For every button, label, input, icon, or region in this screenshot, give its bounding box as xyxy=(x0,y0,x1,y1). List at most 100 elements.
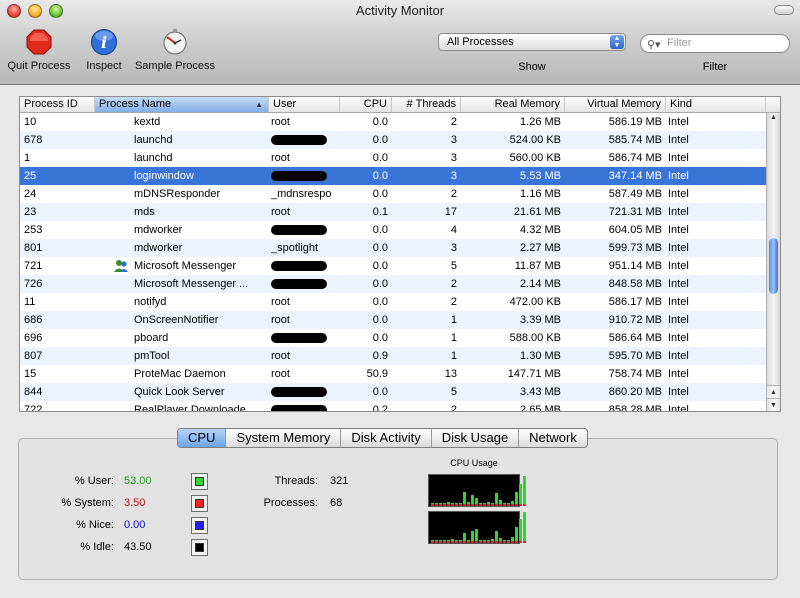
table-row[interactable]: 24 mDNSResponder _mdnsrespo 0.0 2 1.16 MB 587.… xyxy=(20,185,766,203)
cell-threads: 5 xyxy=(450,386,457,398)
cpu-usage-graph-core-1 xyxy=(428,474,526,507)
cell-real-memory: 1.26 MB xyxy=(520,116,561,128)
table-row[interactable]: 1 launchd root 0.0 3 560.00 KB 586.74 MB Intel xyxy=(20,149,766,167)
tab-network[interactable]: Network xyxy=(519,429,587,447)
column-header-user[interactable]: User xyxy=(269,97,340,112)
redacted-user xyxy=(271,261,327,272)
cell-process-id: 15 xyxy=(24,368,37,380)
tab-disk-activity[interactable]: Disk Activity xyxy=(341,429,432,447)
cell-user: root xyxy=(271,350,290,362)
tab-system-memory[interactable]: System Memory xyxy=(226,429,342,447)
select-arrows-icon: ▲ ▼ xyxy=(610,35,624,49)
sample-process-label: Sample Process xyxy=(134,60,216,72)
table-row[interactable]: 11 notifyd root 0.0 2 472.00 KB 586.17 MB Intel xyxy=(20,293,766,311)
cell-threads: 17 xyxy=(444,206,457,218)
nice-color-well[interactable] xyxy=(191,517,208,534)
quit-process-label: Quit Process xyxy=(7,60,71,72)
show-select-value: All Processes xyxy=(447,36,514,48)
table-row[interactable]: 686 OnScreenNotifier root 0.0 1 3.39 MB 910.72… xyxy=(20,311,766,329)
cell-cpu: 0.0 xyxy=(372,188,388,200)
table-row[interactable]: 844 Quick Look Server 0.0 5 3.43 MB 860.20 MB… xyxy=(20,383,766,401)
cell-user xyxy=(271,383,343,401)
cell-user xyxy=(271,221,343,239)
stopwatch-icon xyxy=(163,29,187,55)
table-row[interactable]: 696 pboard 0.0 1 588.00 KB 586.64 MB Intel xyxy=(20,329,766,347)
cell-real-memory: 3.39 MB xyxy=(520,314,561,326)
cpu-history-system-bar xyxy=(463,504,466,506)
table-row[interactable]: 722 RealPlayer Downloade... 0.2 2 2.65 MB 858… xyxy=(20,401,766,411)
table-row[interactable]: 721 Microsoft Messenger 0.0 5 11.87 MB 951.14… xyxy=(20,257,766,275)
cpu-history-system-bar xyxy=(499,504,502,506)
cpu-history-system-bar xyxy=(519,541,522,543)
cell-cpu: 0.0 xyxy=(372,224,388,236)
cell-cpu: 0.0 xyxy=(372,278,388,290)
cell-cpu: 0.1 xyxy=(372,206,388,218)
processes-value: 68 xyxy=(330,497,343,509)
scroll-up-button[interactable]: ▲ xyxy=(767,385,780,398)
column-header-real-memory[interactable]: Real Memory xyxy=(461,97,565,112)
table-row[interactable]: 23 mds root 0.1 17 21.61 MB 721.31 MB Intel xyxy=(20,203,766,221)
column-header-threads[interactable]: # Threads xyxy=(392,97,461,112)
table-row[interactable]: 726 Microsoft Messenger ... 0.0 2 2.14 MB 848… xyxy=(20,275,766,293)
table-row[interactable]: 15 ProteMac Daemon root 50.9 13 147.71 MB 758.… xyxy=(20,365,766,383)
table-row[interactable]: 25 loginwindow 0.0 3 5.53 MB 347.14 MB Intel xyxy=(20,167,766,185)
cell-process-name: pmTool xyxy=(134,350,170,362)
cell-user xyxy=(271,257,343,275)
cell-threads: 5 xyxy=(450,260,457,272)
cpu-history-system-bar xyxy=(499,541,502,543)
redacted-user xyxy=(271,171,327,182)
tab-cpu[interactable]: CPU xyxy=(178,429,227,447)
nice-percent-value: 0.00 xyxy=(124,519,146,531)
cell-user: root xyxy=(271,368,290,380)
cell-real-memory: 1.30 MB xyxy=(520,350,561,362)
panel-tabs: CPU System Memory Disk Activity Disk Usa… xyxy=(177,428,588,448)
column-header-cpu[interactable]: CPU xyxy=(340,97,392,112)
cpu-history-system-bar xyxy=(515,541,518,543)
table-row[interactable]: 801 mdworker _spotlight 0.0 3 2.27 MB 599.73 M… xyxy=(20,239,766,257)
sample-process-button[interactable]: Sample Process xyxy=(132,28,218,72)
cell-virtual-memory: 758.74 MB xyxy=(608,368,662,380)
cell-cpu: 0.0 xyxy=(372,134,388,146)
cell-virtual-memory: 587.49 MB xyxy=(608,188,662,200)
column-header-process-id[interactable]: Process ID xyxy=(20,97,95,112)
show-processes-select[interactable]: All Processes ▲ ▼ xyxy=(438,33,626,51)
table-row[interactable]: 253 mdworker 0.0 4 4.32 MB 604.05 MB Intel xyxy=(20,221,766,239)
cell-kind: Intel xyxy=(668,368,689,380)
processes-label: Processes: xyxy=(263,497,318,509)
inspect-button[interactable]: i Inspect xyxy=(82,28,126,72)
cell-user: root xyxy=(271,296,290,308)
cpu-history-system-bar xyxy=(475,541,478,543)
cell-process-id: 25 xyxy=(24,170,37,182)
user-percent-value: 53.00 xyxy=(124,475,152,487)
column-header-virtual-memory[interactable]: Virtual Memory xyxy=(565,97,666,112)
user-color-well[interactable] xyxy=(191,473,208,490)
column-header-kind[interactable]: Kind xyxy=(666,97,766,112)
cpu-history-system-bar xyxy=(463,541,466,543)
cell-virtual-memory: 586.64 MB xyxy=(608,332,662,344)
filter-search-input[interactable]: ⚲▾ Filter xyxy=(640,34,790,53)
cell-process-id: 678 xyxy=(24,134,43,146)
cell-kind: Intel xyxy=(668,260,689,272)
cell-process-id: 844 xyxy=(24,386,43,398)
system-color-well[interactable] xyxy=(191,495,208,512)
cpu-history-system-bar xyxy=(491,504,494,506)
table-row[interactable]: 678 launchd 0.0 3 524.00 KB 585.74 MB Intel xyxy=(20,131,766,149)
scrollbar-thumb[interactable] xyxy=(769,238,778,294)
system-percent-label: % System: xyxy=(61,497,114,509)
column-header-process-name[interactable]: Process Name ▲ xyxy=(95,97,269,112)
table-row[interactable]: 10 kextd root 0.0 2 1.26 MB 586.19 MB Intel xyxy=(20,113,766,131)
idle-color-well[interactable] xyxy=(191,539,208,556)
cell-cpu: 0.0 xyxy=(372,152,388,164)
vertical-scrollbar[interactable]: ▲ ▲ ▼ xyxy=(766,113,780,411)
cell-real-memory: 560.00 KB xyxy=(509,152,561,164)
table-row[interactable]: 807 pmTool root 0.9 1 1.30 MB 595.70 MB Intel xyxy=(20,347,766,365)
scroll-top-arrow-icon: ▲ xyxy=(770,114,777,121)
cpu-history-bar xyxy=(519,519,522,543)
scroll-down-button[interactable]: ▼ xyxy=(767,398,780,411)
nice-percent-label: % Nice: xyxy=(76,519,114,531)
cell-cpu: 0.9 xyxy=(372,350,388,362)
info-icon: i xyxy=(91,29,117,55)
tab-disk-usage[interactable]: Disk Usage xyxy=(432,429,520,447)
cell-kind: Intel xyxy=(668,170,689,182)
quit-process-button[interactable]: Quit Process xyxy=(6,28,72,72)
